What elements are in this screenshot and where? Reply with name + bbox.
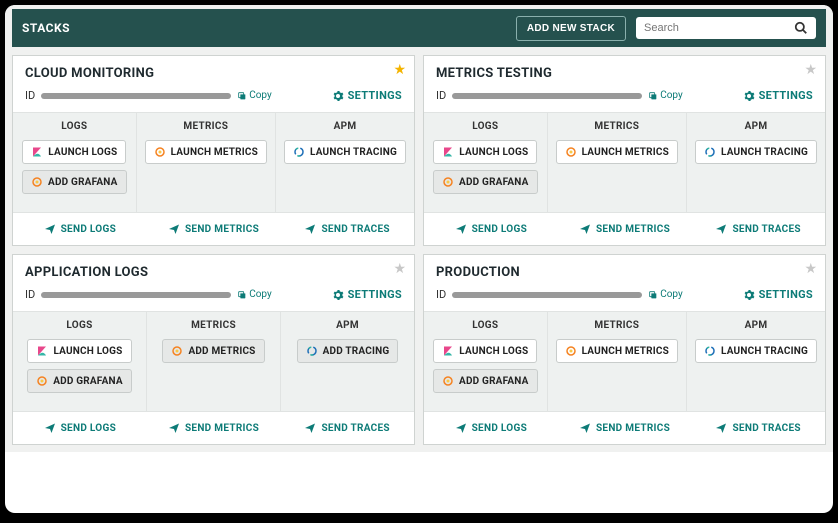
id-label: ID <box>25 89 35 102</box>
metrics-heading: METRICS <box>155 320 272 331</box>
copy-id-button[interactable]: Copy <box>237 90 272 101</box>
search-input[interactable] <box>644 22 794 34</box>
add-grafana-button[interactable]: ADD GRAFANA <box>433 170 538 194</box>
add-grafana-button[interactable]: ADD GRAFANA <box>22 170 127 194</box>
metrics-column: METRICS LAUNCH METRICS <box>548 113 687 212</box>
stack-title: APPLICATION LOGS <box>25 265 402 280</box>
add-stack-button[interactable]: ADD NEW STACK <box>516 16 626 41</box>
apm-column: APM LAUNCH TRACING <box>687 312 825 411</box>
copy-id-button[interactable]: Copy <box>648 90 683 101</box>
apm-heading: APM <box>284 121 406 132</box>
send-metrics-button[interactable]: SEND METRICS <box>147 412 281 444</box>
apm-heading: APM <box>695 320 817 331</box>
launch-logs-button[interactable]: LAUNCH LOGS <box>22 140 126 164</box>
stack-title: METRICS TESTING <box>436 66 813 81</box>
launch-logs-button[interactable]: LAUNCH LOGS <box>27 339 131 363</box>
stack-card: ★APPLICATION LOGS ID Copy SETTINGS LOGS LAUNC… <box>12 254 415 445</box>
send-traces-button[interactable]: SEND TRACES <box>280 213 414 245</box>
apm-column: APM LAUNCH TRACING <box>276 113 414 212</box>
search-icon <box>794 21 808 35</box>
send-traces-button[interactable]: SEND TRACES <box>691 412 825 444</box>
logs-heading: LOGS <box>21 121 128 132</box>
launch-metrics-button[interactable]: LAUNCH METRICS <box>556 140 678 164</box>
launch-tracing-button[interactable]: LAUNCH TRACING <box>284 140 406 164</box>
favorite-star-icon[interactable]: ★ <box>393 62 406 78</box>
id-value-redacted <box>41 292 231 298</box>
stack-title: CLOUD MONITORING <box>25 66 402 81</box>
metrics-column: METRICS ADD METRICS <box>147 312 281 411</box>
stack-card: ★CLOUD MONITORING ID Copy SETTINGS LOGS LAUNC… <box>12 55 415 246</box>
metrics-heading: METRICS <box>556 320 678 331</box>
send-logs-button[interactable]: SEND LOGS <box>13 213 147 245</box>
favorite-star-icon[interactable]: ★ <box>393 261 406 277</box>
add-grafana-button[interactable]: ADD GRAFANA <box>433 369 538 393</box>
send-logs-button[interactable]: SEND LOGS <box>424 213 558 245</box>
search-field[interactable] <box>636 17 816 39</box>
topbar: STACKS ADD NEW STACK <box>12 9 826 47</box>
apm-heading: APM <box>695 121 817 132</box>
launch-tracing-button[interactable]: LAUNCH TRACING <box>695 339 817 363</box>
stack-title: PRODUCTION <box>436 265 813 280</box>
copy-id-button[interactable]: Copy <box>648 289 683 300</box>
send-metrics-button[interactable]: SEND METRICS <box>558 213 692 245</box>
logs-column: LOGS LAUNCH LOGS ADD GRAFANA <box>424 113 548 212</box>
launch-logs-button[interactable]: LAUNCH LOGS <box>433 140 537 164</box>
apm-column: APM ADD TRACING <box>281 312 414 411</box>
settings-button[interactable]: SETTINGS <box>332 288 402 301</box>
page-title: STACKS <box>22 21 516 35</box>
metrics-heading: METRICS <box>145 121 267 132</box>
id-label: ID <box>436 288 446 301</box>
send-logs-button[interactable]: SEND LOGS <box>424 412 558 444</box>
metrics-column: METRICS LAUNCH METRICS <box>137 113 276 212</box>
settings-button[interactable]: SETTINGS <box>332 89 402 102</box>
logs-column: LOGS LAUNCH LOGS ADD GRAFANA <box>13 113 137 212</box>
apm-heading: APM <box>289 320 406 331</box>
id-value-redacted <box>452 292 642 298</box>
copy-id-button[interactable]: Copy <box>237 289 272 300</box>
settings-button[interactable]: SETTINGS <box>743 288 813 301</box>
stack-card: ★PRODUCTION ID Copy SETTINGS LOGS LAUNCH LOGS… <box>423 254 826 445</box>
metrics-heading: METRICS <box>556 121 678 132</box>
add-grafana-button[interactable]: ADD GRAFANA <box>27 369 132 393</box>
launch-metrics-button[interactable]: LAUNCH METRICS <box>556 339 678 363</box>
id-value-redacted <box>41 93 231 99</box>
launch-tracing-button[interactable]: LAUNCH TRACING <box>695 140 817 164</box>
add-tracing-button[interactable]: ADD TRACING <box>297 339 399 363</box>
id-value-redacted <box>452 93 642 99</box>
logs-heading: LOGS <box>432 121 539 132</box>
logs-column: LOGS LAUNCH LOGS ADD GRAFANA <box>13 312 147 411</box>
send-logs-button[interactable]: SEND LOGS <box>13 412 147 444</box>
launch-metrics-button[interactable]: LAUNCH METRICS <box>145 140 267 164</box>
add-metrics-button[interactable]: ADD METRICS <box>162 339 264 363</box>
apm-column: APM LAUNCH TRACING <box>687 113 825 212</box>
settings-button[interactable]: SETTINGS <box>743 89 813 102</box>
id-label: ID <box>25 288 35 301</box>
send-metrics-button[interactable]: SEND METRICS <box>558 412 692 444</box>
favorite-star-icon[interactable]: ★ <box>804 62 817 78</box>
logs-heading: LOGS <box>21 320 138 331</box>
send-traces-button[interactable]: SEND TRACES <box>691 213 825 245</box>
metrics-column: METRICS LAUNCH METRICS <box>548 312 687 411</box>
id-label: ID <box>436 89 446 102</box>
logs-heading: LOGS <box>432 320 539 331</box>
stack-card: ★METRICS TESTING ID Copy SETTINGS LOGS LAUNCH… <box>423 55 826 246</box>
logs-column: LOGS LAUNCH LOGS ADD GRAFANA <box>424 312 548 411</box>
send-traces-button[interactable]: SEND TRACES <box>280 412 414 444</box>
favorite-star-icon[interactable]: ★ <box>804 261 817 277</box>
send-metrics-button[interactable]: SEND METRICS <box>147 213 281 245</box>
launch-logs-button[interactable]: LAUNCH LOGS <box>433 339 537 363</box>
